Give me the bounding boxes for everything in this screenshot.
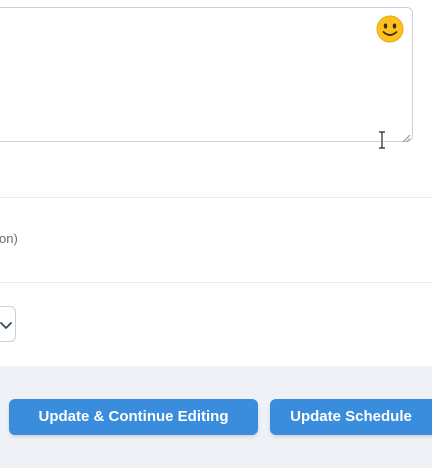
- update-continue-button[interactable]: Update & Continue Editing: [9, 399, 258, 435]
- form-card: on): [0, 0, 432, 366]
- update-schedule-button[interactable]: Update Schedule: [270, 399, 432, 435]
- chevron-down-icon: [0, 318, 13, 332]
- section-divider: [0, 197, 432, 198]
- form-footer: Update & Continue Editing Update Schedul…: [0, 366, 432, 468]
- text-cursor-icon: [377, 130, 387, 150]
- resize-handle-icon[interactable]: [401, 130, 411, 143]
- smiley-face-icon[interactable]: [375, 14, 405, 44]
- option-select[interactable]: [0, 306, 16, 342]
- option-hint-text: on): [0, 231, 18, 246]
- section-divider: [0, 282, 432, 283]
- message-textarea[interactable]: [0, 7, 413, 143]
